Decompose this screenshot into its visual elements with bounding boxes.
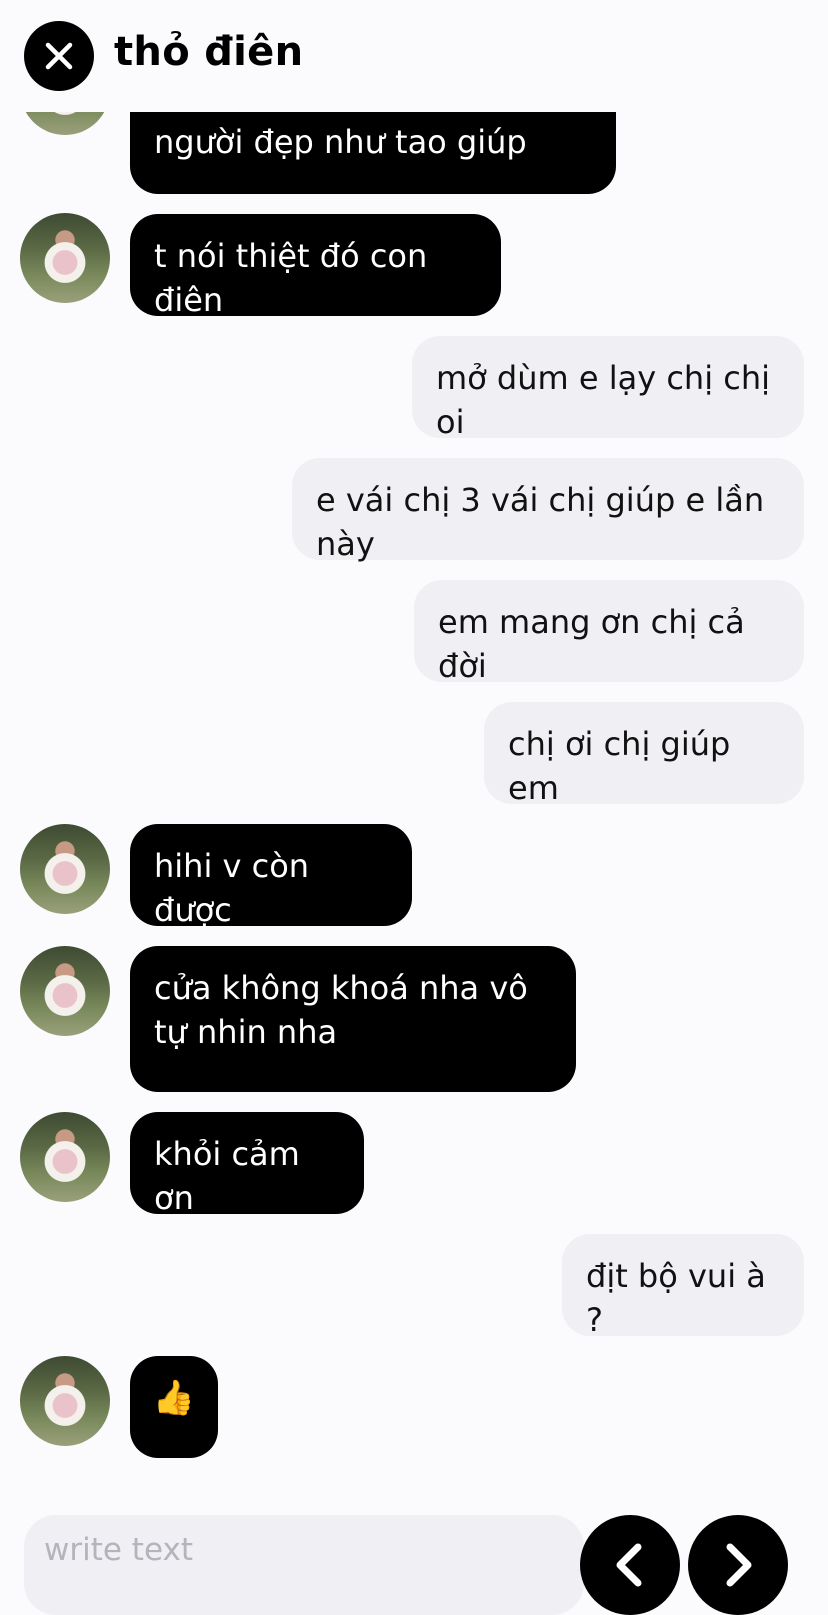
chat-header: thỏ điên [0, 0, 828, 112]
avatar[interactable] [20, 824, 110, 914]
composer-bar [0, 1505, 828, 1615]
message-bubble-incoming: khỏi cảm ơn [130, 1112, 364, 1217]
avatar[interactable] [20, 213, 110, 303]
chevron-left-icon [616, 1543, 642, 1587]
message-bubble-incoming: 👍 [130, 1356, 218, 1458]
message-bubble-outgoing: chị ơi chị giúp em [484, 702, 804, 807]
previous-button[interactable] [580, 1515, 680, 1615]
chevron-right-icon [726, 1543, 752, 1587]
close-button[interactable] [24, 21, 94, 91]
message-bubble-incoming: t nói thiệt đó con điên [130, 214, 501, 319]
avatar[interactable] [20, 1112, 110, 1202]
chat-title: thỏ điên [114, 29, 304, 75]
chat-thread[interactable]: người đẹp như tao giúp t nói thiệt đó co… [0, 0, 828, 1505]
message-input[interactable] [24, 1515, 584, 1615]
avatar[interactable] [20, 1356, 110, 1446]
next-button[interactable] [688, 1515, 788, 1615]
message-bubble-outgoing: mở dùm e lạy chị chị oi [412, 336, 804, 441]
message-bubble-incoming: hihi v còn được [130, 824, 412, 929]
message-bubble-outgoing: địt bộ vui à ? [562, 1234, 804, 1339]
message-bubble-outgoing: em mang ơn chị cả đời [414, 580, 804, 685]
close-icon [45, 42, 73, 70]
avatar[interactable] [20, 946, 110, 1036]
message-bubble-incoming: cửa không khoá nha vô tự nhin nha [130, 946, 576, 1092]
message-bubble-outgoing: e vái chị 3 vái chị giúp e lần này [292, 458, 804, 563]
